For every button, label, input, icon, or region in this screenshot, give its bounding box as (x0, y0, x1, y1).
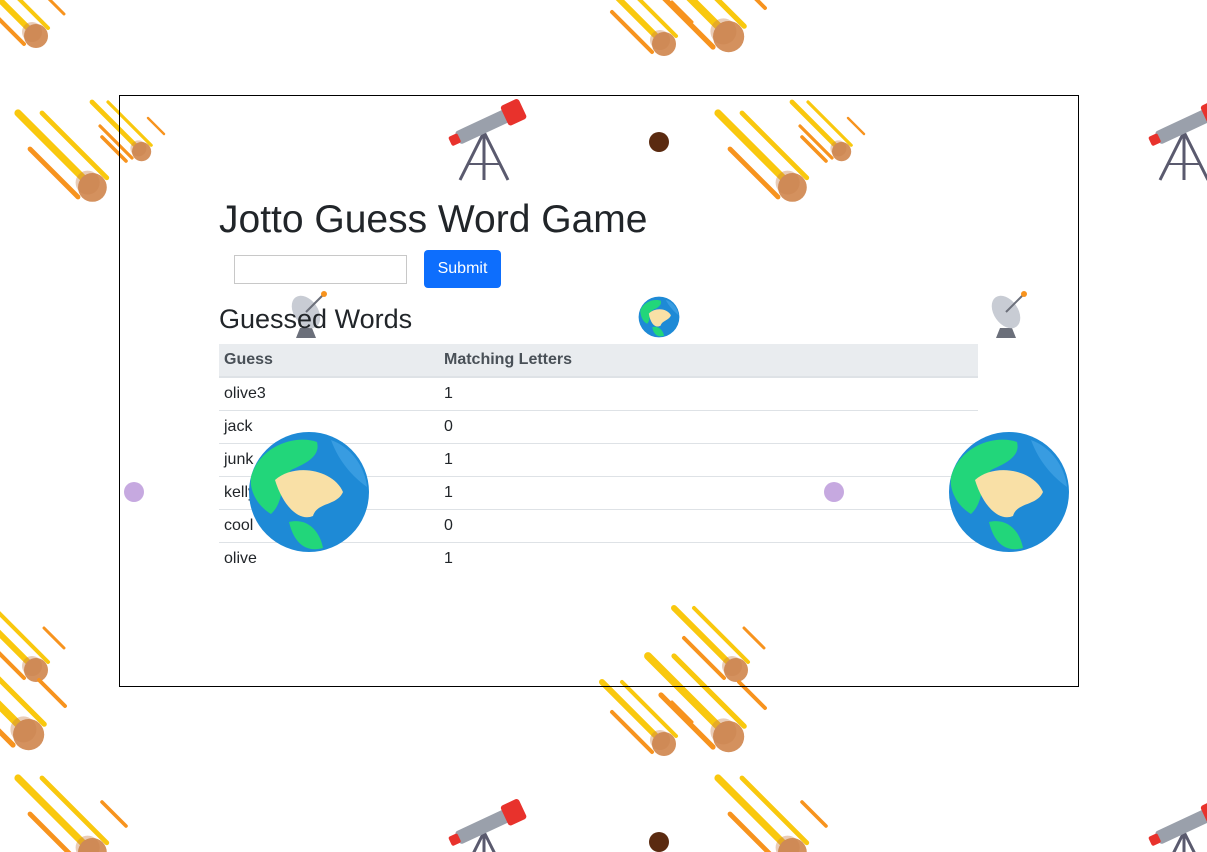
meteor-icon (18, 778, 126, 852)
guess-cell: junk (219, 443, 439, 477)
meteor-icon (0, 654, 65, 750)
matching-cell: 1 (439, 443, 978, 477)
telescope-icon (1144, 96, 1207, 182)
meteor-icon (18, 113, 126, 202)
column-header-guess: Guess (219, 344, 439, 378)
guess-cell: cool (219, 509, 439, 543)
meteor-icon (602, 0, 692, 56)
meteor-icon (602, 682, 692, 756)
guessed-words-heading: Guessed Words (219, 304, 413, 334)
table-row: cool 0 (219, 509, 978, 543)
table-row: olive3 1 (219, 377, 978, 411)
table-header-row: Guess Matching Letters (219, 344, 978, 378)
guess-cell: olive3 (219, 377, 439, 411)
meteor-icon (648, 0, 765, 52)
submit-button[interactable]: Submit (424, 250, 501, 288)
page-title: Jotto Guess Word Game (219, 198, 648, 241)
meteor-icon (718, 778, 826, 852)
column-header-matching-letters: Matching Letters (439, 344, 978, 378)
table-row: olive 1 (219, 543, 978, 576)
matching-cell: 1 (439, 476, 978, 510)
matching-cell: 1 (444, 550, 453, 567)
table-row: jack 0 (219, 410, 978, 444)
meteor-icon (0, 0, 64, 48)
matching-cell: 1 (439, 377, 978, 411)
guess-cell: jack (219, 410, 439, 444)
planet-dot-icon (649, 832, 669, 852)
guess-input[interactable] (234, 255, 407, 284)
telescope-icon (444, 796, 529, 852)
guess-cell: kelly (219, 476, 439, 510)
guess-cell: olive (224, 550, 257, 567)
guess-form: Submit (219, 249, 978, 301)
main-content: Jotto Guess Word Game Submit Guessed Wor… (219, 195, 978, 575)
telescope-icon (1144, 796, 1207, 852)
meteor-icon (0, 608, 64, 682)
table-row: kelly 1 (219, 476, 978, 510)
guessed-words-table: Guess Matching Letters olive3 1 jack 0 j… (219, 344, 978, 575)
table-row: junk 1 (219, 443, 978, 477)
matching-cell: 0 (439, 509, 978, 543)
matching-cell: 0 (439, 410, 978, 444)
